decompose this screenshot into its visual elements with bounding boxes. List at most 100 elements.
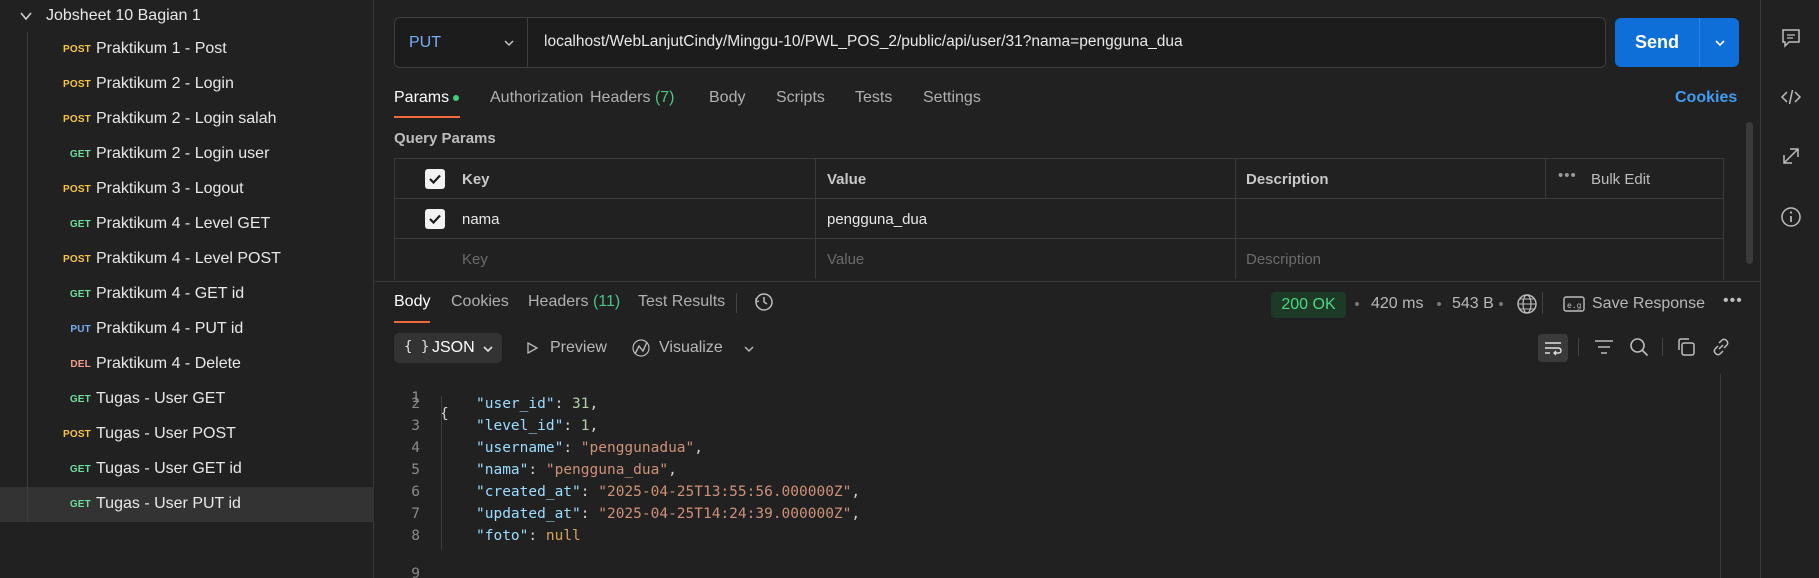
- cookies-link[interactable]: Cookies: [1675, 89, 1737, 107]
- folder-jobsheet-10[interactable]: Jobsheet 10 Bagian 1: [0, 0, 374, 32]
- svg-text:e.g: e.g: [1567, 301, 1582, 310]
- pane-divider[interactable]: [375, 281, 1760, 282]
- sidebar-request-item[interactable]: GET Praktikum 4 - Level GET: [0, 207, 374, 242]
- link-icon[interactable]: [1711, 337, 1731, 357]
- related-collections-icon[interactable]: [1780, 145, 1802, 167]
- play-icon: [527, 341, 539, 355]
- format-select[interactable]: { } JSON: [394, 333, 502, 363]
- chevron-down-icon[interactable]: [18, 8, 34, 24]
- response-size[interactable]: 543 B: [1452, 295, 1494, 313]
- tab-authorization[interactable]: Authorization: [490, 89, 583, 107]
- line-number: 2: [411, 396, 420, 412]
- send-divider: [1699, 18, 1700, 67]
- table-row: nama pengguna_dua: [395, 199, 1723, 239]
- response-time[interactable]: 420 ms: [1371, 295, 1423, 313]
- sidebar-request-item[interactable]: POST Praktikum 2 - Login: [0, 67, 374, 102]
- history-icon[interactable]: [753, 291, 775, 313]
- method-badge: DEL: [70, 359, 91, 370]
- filter-icon[interactable]: [1594, 339, 1614, 355]
- preview-button[interactable]: Preview: [550, 339, 607, 357]
- tab-body[interactable]: Body: [709, 89, 745, 107]
- meta-separator: [1437, 302, 1441, 306]
- request-name: Tugas - User GET id: [96, 460, 242, 477]
- copy-icon[interactable]: [1676, 337, 1696, 357]
- tab-headers[interactable]: Headers (7): [590, 89, 675, 107]
- more-options-icon[interactable]: •••: [1723, 292, 1743, 310]
- tree-guide: [27, 137, 28, 172]
- save-response-icon[interactable]: e.g: [1563, 294, 1585, 314]
- tab-test-results[interactable]: Test Results: [638, 293, 725, 311]
- description-column-header: Description: [1246, 171, 1329, 188]
- tree-guide: [27, 172, 28, 207]
- tab-response-headers[interactable]: Headers (11): [528, 293, 620, 311]
- param-value-cell[interactable]: pengguna_dua: [815, 199, 1235, 239]
- chevron-down-icon[interactable]: [742, 342, 756, 356]
- tab-scripts[interactable]: Scripts: [776, 89, 825, 107]
- meta-separator: [1355, 302, 1359, 306]
- status-badge[interactable]: 200 OK: [1271, 292, 1346, 318]
- value-header-cell: Value: [815, 159, 1235, 199]
- method-select[interactable]: PUT: [395, 18, 528, 67]
- method-badge: POST: [62, 184, 91, 195]
- tab-separator: [736, 293, 737, 313]
- more-icon[interactable]: •••: [1558, 167, 1577, 184]
- request-name: Praktikum 2 - Login salah: [96, 110, 277, 127]
- search-icon[interactable]: [1629, 337, 1649, 357]
- sidebar-request-item[interactable]: GET Tugas - User GET: [0, 382, 374, 417]
- code-icon[interactable]: [1780, 86, 1802, 108]
- sidebar-request-item[interactable]: GET Tugas - User GET id: [0, 452, 374, 487]
- send-label: Send: [1634, 32, 1679, 52]
- code-line: 8 "foto": null: [394, 528, 1694, 550]
- globe-icon[interactable]: [1516, 293, 1538, 315]
- json-field: "foto": null: [476, 528, 581, 544]
- tree-guide: [27, 487, 28, 522]
- new-value-cell[interactable]: Value: [815, 239, 1235, 279]
- wrap-lines-button[interactable]: [1538, 334, 1568, 362]
- save-response-button[interactable]: Save Response: [1592, 295, 1705, 313]
- sidebar-request-item[interactable]: POST Praktikum 1 - Post: [0, 32, 374, 67]
- param-description-cell[interactable]: [1235, 199, 1723, 239]
- tab-tests[interactable]: Tests: [855, 89, 892, 107]
- sidebar-request-item[interactable]: POST Praktikum 2 - Login salah: [0, 102, 374, 137]
- query-params-title: Query Params: [394, 130, 496, 147]
- info-icon[interactable]: [1780, 206, 1802, 228]
- visualize-button[interactable]: Visualize: [659, 339, 723, 357]
- meta-divider: [1542, 292, 1543, 314]
- response-body-code[interactable]: 1 { 2 "user_id": 31, 3 "level_id": 1, 4 "user…: [394, 374, 1724, 578]
- sidebar-request-item[interactable]: GET Praktikum 2 - Login user: [0, 137, 374, 172]
- url-input[interactable]: [544, 33, 1584, 51]
- request-scrollbar[interactable]: [1746, 122, 1753, 264]
- new-key-cell[interactable]: Key: [451, 239, 815, 279]
- param-enabled-checkbox[interactable]: [425, 209, 445, 229]
- sidebar-request-item[interactable]: DEL Praktikum 4 - Delete: [0, 347, 374, 382]
- sidebar-request-item[interactable]: POST Tugas - User POST: [0, 417, 374, 452]
- main-panel: PUT Send Params Authorization Headers (7…: [375, 0, 1760, 578]
- sidebar-request-item[interactable]: POST Praktikum 4 - Level POST: [0, 242, 374, 277]
- request-name: Praktikum 4 - PUT id: [96, 320, 244, 337]
- sidebar-request-item[interactable]: GET Tugas - User PUT id: [0, 487, 374, 522]
- tab-response-body[interactable]: Body: [394, 293, 430, 311]
- select-all-checkbox[interactable]: [425, 169, 445, 189]
- send-button[interactable]: Send: [1615, 18, 1739, 67]
- tab-params[interactable]: Params: [394, 89, 460, 107]
- param-key-cell[interactable]: nama: [451, 199, 815, 239]
- json-value: "pengguna_dua": [545, 462, 669, 478]
- tab-settings[interactable]: Settings: [923, 89, 981, 107]
- comments-icon[interactable]: [1780, 27, 1802, 49]
- sidebar-request-item[interactable]: GET Praktikum 4 - GET id: [0, 277, 374, 312]
- json-comma: ,: [589, 418, 599, 434]
- tab-response-cookies[interactable]: Cookies: [451, 293, 509, 311]
- sidebar-request-item[interactable]: POST Praktikum 3 - Logout: [0, 172, 374, 207]
- bulk-edit-cell[interactable]: ••• Bulk Edit: [1545, 159, 1723, 199]
- chevron-down-icon[interactable]: [1712, 35, 1728, 51]
- json-comma: ,: [589, 396, 599, 412]
- code-scrollbar[interactable]: [1720, 374, 1721, 578]
- value-placeholder: Value: [827, 251, 865, 268]
- sidebar-request-item[interactable]: PUT Praktikum 4 - PUT id: [0, 312, 374, 347]
- right-rail: [1760, 0, 1819, 578]
- bulk-edit-button[interactable]: Bulk Edit: [1591, 171, 1650, 188]
- new-description-cell[interactable]: Description: [1235, 239, 1723, 279]
- response-headers-count: (11): [592, 293, 621, 310]
- key-placeholder: Key: [462, 251, 488, 268]
- method-badge: POST: [62, 44, 91, 55]
